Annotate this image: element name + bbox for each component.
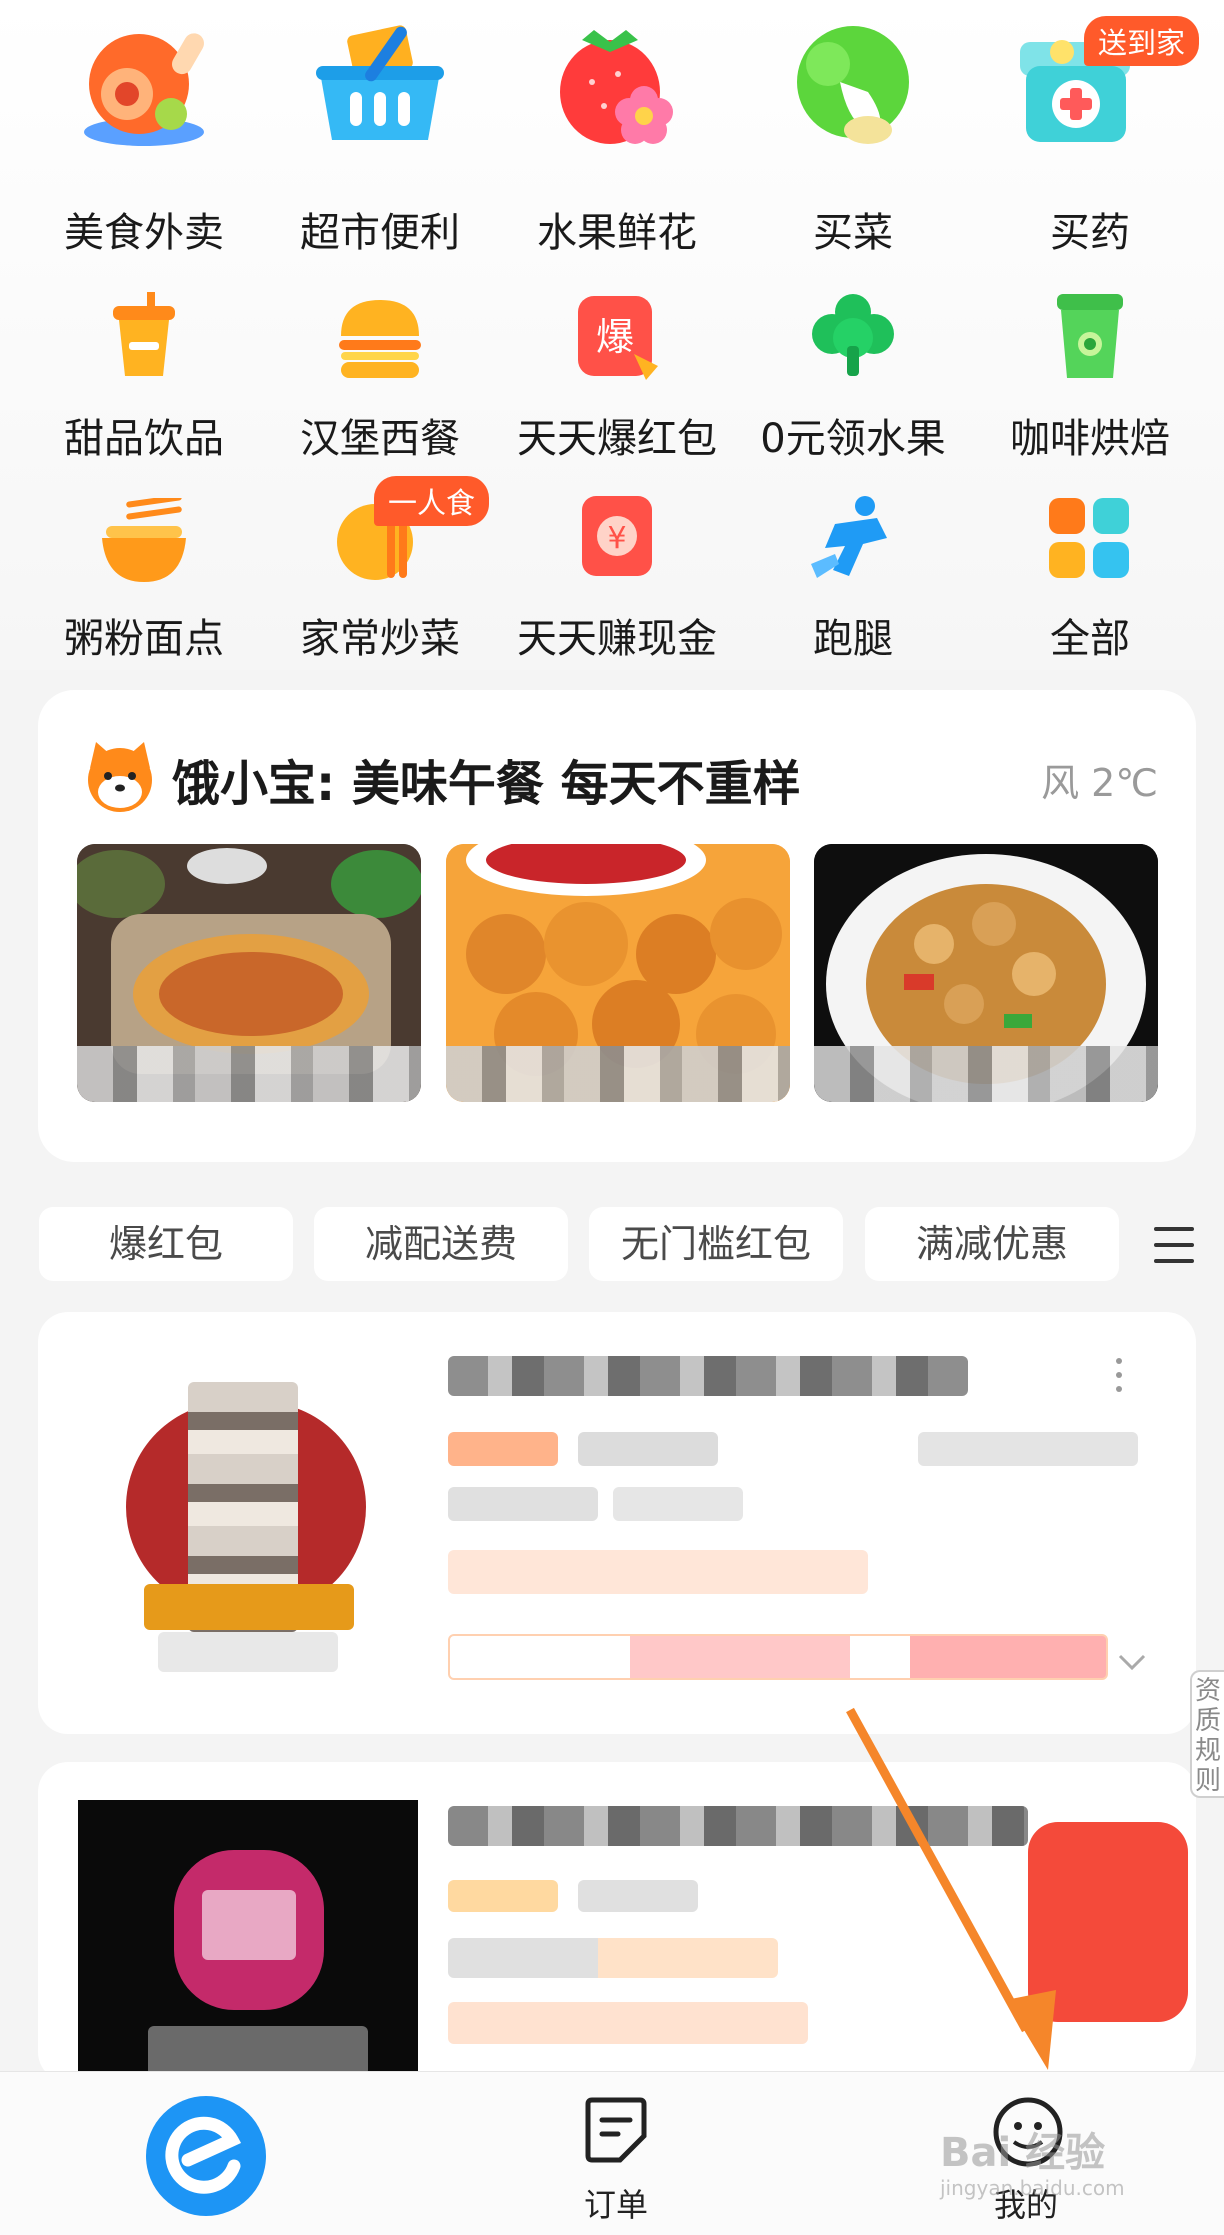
drink-cup-icon (113, 292, 175, 376)
category-label: 天天赚现金 (517, 616, 717, 662)
runner-icon (811, 496, 887, 578)
watermark: Bai 经验 (940, 2130, 1106, 2176)
category-label: 0元领水果 (760, 416, 946, 462)
category-coffee-bakery[interactable]: 咖啡烘焙 (972, 280, 1208, 462)
store-card[interactable] (38, 1312, 1196, 1734)
tree-icon (812, 294, 894, 376)
blurred-caption (446, 1046, 790, 1102)
rating-blurred (448, 1432, 558, 1466)
promo-title: 饿小宝: 美味午餐 每天不重样 (172, 756, 801, 812)
vegetable-icon (797, 26, 909, 144)
category-earn-cash[interactable]: ¥ 天天赚现金 (499, 480, 735, 662)
order-icon (585, 2097, 647, 2163)
promo-tag-blurred (448, 1550, 868, 1594)
filter-chip-full-reduction[interactable]: 满减优惠 (865, 1207, 1119, 1281)
category-label: 水果鲜花 (537, 210, 697, 256)
more-options-icon[interactable] (1116, 1358, 1124, 1398)
food-delivery-icon (84, 33, 204, 146)
category-label: 跑腿 (813, 616, 893, 662)
filter-chip-delivery-discount[interactable]: 减配送费 (314, 1207, 568, 1281)
category-label: 粥粉面点 (64, 616, 224, 662)
category-label: 超市便利 (300, 210, 460, 256)
nav-orders[interactable]: 订单 (560, 2096, 670, 2226)
chevron-down-icon[interactable] (1118, 1652, 1146, 1672)
filter-chip-no-threshold[interactable]: 无门槛红包 (589, 1207, 843, 1281)
blurred-caption (77, 1046, 421, 1102)
dish-image-stir-fry[interactable] (814, 844, 1158, 1102)
category-daily-red-packet[interactable]: 爆 天天爆红包 (499, 280, 735, 462)
category-label: 汉堡西餐 (300, 416, 460, 462)
category-label: 全部 (1050, 616, 1130, 662)
category-label: 买药 (1050, 210, 1130, 256)
coffee-cup-icon (1057, 294, 1123, 378)
cash-symbol: ¥ (607, 521, 626, 556)
coupon-tag-blurred (448, 1634, 1108, 1680)
category-grid: 美食外卖 超市便利 水果鲜花 买菜 送到家 买药 甜品饮品 汉堡西餐 爆 天天爆… (0, 0, 1224, 670)
home-logo-icon[interactable] (144, 2094, 268, 2218)
category-all[interactable]: 全部 (972, 480, 1208, 662)
red-packet-text: 爆 (596, 315, 634, 359)
filter-menu-icon[interactable] (1152, 1225, 1196, 1265)
noodle-bowl-icon (102, 498, 186, 582)
category-medicine[interactable]: 送到家 买药 (972, 0, 1208, 260)
category-label: 天天爆红包 (517, 416, 717, 462)
red-packet-icon: 爆 (578, 296, 658, 380)
dish-image-noodles[interactable] (77, 844, 421, 1102)
store-logo-blurred (78, 1800, 418, 2082)
category-label: 美食外卖 (64, 210, 224, 256)
annotation-arrow (846, 1707, 1056, 2070)
category-supermarket[interactable]: 超市便利 (262, 0, 498, 260)
category-home-cooking[interactable]: 一人食 家常炒菜 (262, 476, 498, 662)
category-label: 家常炒菜 (300, 616, 460, 662)
category-label: 咖啡烘焙 (1010, 416, 1170, 462)
all-grid-icon (1049, 498, 1129, 578)
mascot-icon (88, 742, 152, 812)
cash-envelope-icon: ¥ (582, 496, 652, 576)
category-vegetables[interactable]: 买菜 (735, 0, 971, 260)
category-dessert-drinks[interactable]: 甜品饮品 (26, 280, 262, 462)
weather-info: 风 2℃ (1041, 761, 1158, 805)
promo-badge: 一人食 (374, 476, 490, 526)
strawberry-flower-icon (560, 30, 673, 144)
watermark-url: jingyan.baidu.com (940, 2176, 1125, 2200)
burger-icon (339, 300, 421, 378)
filter-chip-red-packet[interactable]: 爆红包 (39, 1207, 293, 1281)
category-free-fruit[interactable]: 0元领水果 (735, 280, 971, 462)
dish-image-fried-chicken[interactable] (446, 844, 790, 1102)
supermarket-basket-icon (316, 25, 444, 140)
category-noodles[interactable]: 粥粉面点 (26, 480, 262, 662)
category-food-delivery[interactable]: 美食外卖 (26, 0, 262, 260)
category-burger[interactable]: 汉堡西餐 (262, 280, 498, 462)
blurred-caption (814, 1046, 1158, 1102)
nav-orders-label: 订单 (584, 2186, 649, 2224)
store-logo-blurred (78, 1352, 418, 1692)
category-label: 买菜 (813, 210, 893, 256)
category-label: 甜品饮品 (64, 416, 224, 462)
qualification-rules-tab[interactable]: 资质规则 (1190, 1670, 1224, 1798)
promo-banner[interactable]: 饿小宝: 美味午餐 每天不重样 风 2℃ (38, 690, 1196, 1162)
category-errand[interactable]: 跑腿 (735, 480, 971, 662)
promo-badge: 送到家 (1084, 16, 1200, 66)
category-fruit-flower[interactable]: 水果鲜花 (499, 0, 735, 260)
store-name-blurred (448, 1356, 968, 1396)
